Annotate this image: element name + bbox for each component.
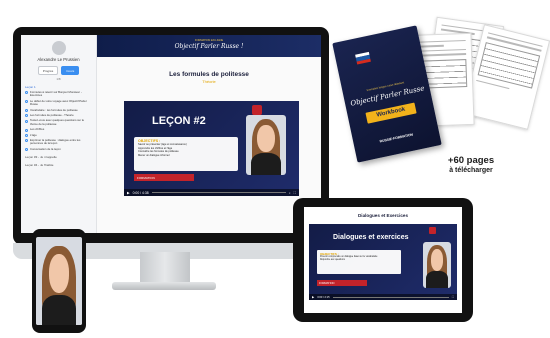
- course-sidebar: Alexandre Le Prussien Progrès Cours 1/8 …: [21, 35, 97, 233]
- check-circle-icon: [25, 119, 28, 123]
- sidebar-tabs: Progrès Cours: [25, 66, 92, 75]
- tablet-device: Dialogues et Exercices Dialogues et exer…: [293, 198, 473, 322]
- sidebar-lesson-link[interactable]: Leçon #3 - Je m'appelle: [25, 155, 92, 159]
- play-icon[interactable]: ▶: [312, 295, 314, 299]
- video-heading: LEÇON #2: [152, 115, 206, 127]
- pages-count: +60 pages: [447, 155, 495, 166]
- course-banner: FORMATION EN LIGNE Objectif Parler Russe…: [97, 35, 321, 57]
- avatar[interactable]: [51, 41, 66, 55]
- lesson-category: Théorie: [202, 79, 216, 84]
- fullscreen-icon[interactable]: ⛶: [452, 295, 454, 299]
- portrait-body: [250, 153, 282, 175]
- student-name: Alexandre Le Prussien: [37, 57, 80, 62]
- fullscreen-icon[interactable]: ⛶: [294, 191, 296, 195]
- pages-caption: +60 pages à télécharger: [431, 155, 511, 174]
- tablet-video-player[interactable]: Dialogues et exercices OBJECTIFS : Pouvo…: [309, 224, 457, 300]
- sidebar-item[interactable]: Exprimer la politesse : dialogue entre l…: [25, 138, 92, 146]
- sidebar-item[interactable]: Les chiffres: [25, 127, 92, 132]
- portrait-face: [430, 249, 444, 271]
- sidebar-section-title[interactable]: Leçon 1: [25, 85, 92, 89]
- tablet-video-controls: ▶ 0:00 / 2:15 ⛶: [309, 294, 457, 300]
- tablet-screen: Dialogues et Exercices Dialogues et exer…: [304, 207, 462, 313]
- sidebar-item-label: Les formules de politesse - Théorie: [30, 113, 74, 118]
- russian-flag-icon: [355, 51, 371, 65]
- sidebar-item-label: Vocabulaire : les formules de politesse: [30, 107, 78, 112]
- sidebar-item[interactable]: Testez-vous avec quelques questions sur …: [25, 119, 92, 126]
- check-circle-icon: [25, 128, 28, 132]
- video-progress-bar[interactable]: [332, 296, 449, 298]
- sidebar-item[interactable]: Le début de votre voyage avec Objectif P…: [25, 98, 92, 107]
- play-icon[interactable]: ▶: [127, 191, 130, 195]
- volume-icon[interactable]: ♪: [289, 191, 291, 195]
- brand-logo-icon: [429, 227, 436, 234]
- pages-download-label: à télécharger: [449, 167, 493, 174]
- video-player[interactable]: LEÇON #2 OBJECTIFS : Savoir se présenter…: [124, 101, 299, 196]
- portrait-body: [41, 294, 77, 325]
- sidebar-item-label: Conversation de la leçon: [30, 146, 61, 151]
- sidebar-item[interactable]: L'âge: [25, 132, 92, 138]
- objective-item: Mener un dialogue informel: [138, 153, 170, 157]
- phone-device: [32, 229, 86, 333]
- presenter-portrait: [423, 242, 451, 288]
- sidebar-item-label: L'âge: [30, 132, 37, 137]
- sidebar-item-label: Les chiffres: [30, 127, 45, 132]
- check-circle-icon: [25, 139, 28, 143]
- portrait-face: [257, 124, 275, 153]
- objectives-box: OBJECTIFS : Savoir se présenter (âge et …: [134, 137, 238, 171]
- monitor-stand-foot: [112, 282, 216, 290]
- phone-screen[interactable]: [36, 237, 82, 325]
- sidebar-item[interactable]: Formules à retenir sur Bonjour Monsieur …: [25, 90, 92, 98]
- sidebar-item[interactable]: Conversation de la leçon: [25, 146, 92, 152]
- tab-progress[interactable]: Progrès: [37, 66, 59, 75]
- sidebar-item[interactable]: Les formules de politesse - Théorie: [25, 113, 92, 118]
- workbook-brand: RUSSIE-FORMATION: [379, 132, 414, 144]
- presenter-portrait: [36, 241, 82, 325]
- check-circle-icon: [25, 148, 28, 152]
- video-progress-bar[interactable]: [151, 192, 286, 193]
- tablet-page-title: Dialogues et Exercices: [357, 213, 409, 218]
- workbook-badge: Workbook: [365, 102, 417, 124]
- desktop-monitor: Alexandre Le Prussien Progrès Cours 1/8 …: [13, 27, 329, 259]
- check-circle-icon: [25, 109, 28, 113]
- sidebar-item[interactable]: Vocabulaire : les formules de politesse: [25, 107, 92, 113]
- check-circle-icon: [25, 134, 28, 138]
- sidebar-item-label: Le début de votre voyage avec Objectif P…: [30, 98, 87, 107]
- monitor-screen: Alexandre Le Prussien Progrès Cours 1/8 …: [21, 35, 321, 233]
- sidebar-item-label: Testez-vous avec quelques questions sur …: [30, 118, 85, 126]
- banner-subtitle: FORMATION EN LIGNE: [194, 39, 224, 42]
- tablet-video-heading: Dialogues et exercices: [333, 234, 409, 241]
- sidebar-progress-count: 1/8: [56, 77, 61, 81]
- check-circle-icon: [25, 100, 28, 104]
- video-brand-strip: FORMATION: [317, 280, 367, 286]
- video-time: 0:00 / 2:15: [317, 295, 330, 299]
- monitor-stand-neck: [140, 252, 190, 284]
- presenter-portrait: [246, 115, 286, 175]
- sidebar-item-label: Exprimer la politesse : dialogue entre l…: [30, 138, 81, 146]
- tablet-objectives-box: OBJECTIFS : Pouvoir comprendre un dialog…: [317, 250, 401, 274]
- sidebar-item-label: Formules à retenir sur Bonjour Monsieur …: [30, 90, 82, 98]
- check-circle-icon: [25, 114, 28, 118]
- objective-item: Répondre aux questions: [320, 259, 345, 261]
- tab-course[interactable]: Cours: [61, 66, 80, 75]
- video-brand-strip: FORMATION: [134, 174, 194, 181]
- portrait-body: [426, 271, 448, 288]
- lesson-title: Les formules de politesse: [169, 71, 249, 78]
- brand-logo-icon: [252, 105, 262, 115]
- check-circle-icon: [25, 91, 28, 95]
- video-time: 0:00 / 4:38: [132, 190, 149, 195]
- portrait-face: [48, 254, 70, 294]
- video-controls: ▶ 0:00 / 4:38 ♪ ⛶: [124, 189, 299, 196]
- sidebar-lesson-link[interactable]: Leçon #4 - Je l'habite: [25, 163, 92, 167]
- lesson-content: FORMATION EN LIGNE Objectif Parler Russe…: [97, 35, 321, 233]
- product-mockup: Alexandre Le Prussien Progrès Cours 1/8 …: [0, 0, 550, 338]
- banner-title: Objectif Parler Russe !: [174, 43, 244, 50]
